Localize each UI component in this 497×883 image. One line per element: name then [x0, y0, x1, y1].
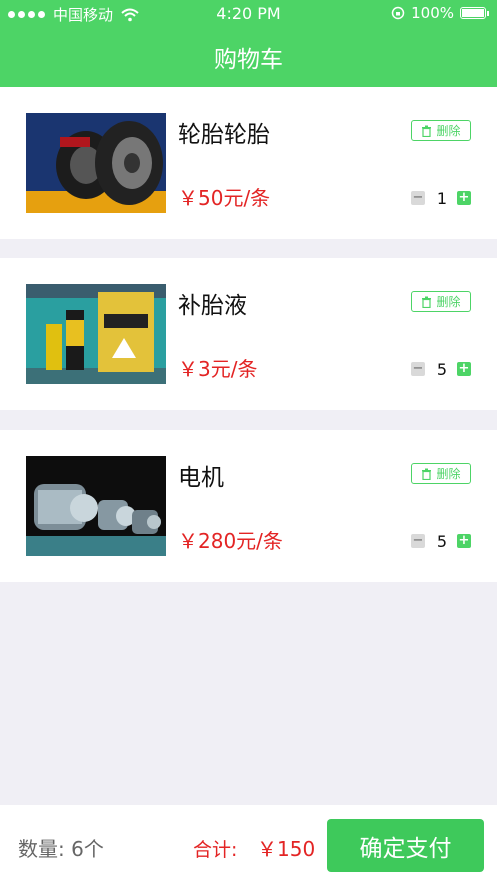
cart-item: 轮胎轮胎 ￥50元/条 删除 − 1 +: [0, 87, 497, 239]
item-name: 电机: [178, 465, 224, 491]
delete-label: 删除: [436, 295, 461, 309]
battery-icon: [460, 7, 486, 19]
increase-button[interactable]: +: [457, 362, 471, 376]
item-name: 轮胎轮胎: [178, 122, 270, 148]
status-right: 100%: [391, 4, 489, 22]
page-title: 购物车: [214, 47, 283, 73]
status-bar: 中国移动 4:20 PM 100%: [0, 0, 497, 28]
item-price: ￥50元/条: [178, 186, 271, 210]
item-price: ￥3元/条: [178, 357, 258, 381]
trash-icon: [422, 296, 432, 308]
item-name: 补胎液: [178, 293, 247, 319]
cart-item: 电机 ￥280元/条 删除 − 5 +: [0, 430, 497, 582]
delete-button[interactable]: 删除: [411, 463, 471, 484]
total-label: 合计:: [193, 839, 238, 861]
tire-sealer-image: [26, 284, 166, 384]
nav-header: 中国移动 4:20 PM 100% 购物车: [0, 0, 497, 87]
cart-item: 补胎液 ￥3元/条 删除 − 5 +: [0, 258, 497, 410]
battery-tip: [487, 10, 489, 16]
total-value: ￥150: [257, 837, 316, 861]
quantity-value: 5: [436, 532, 448, 551]
motor-image: [26, 456, 166, 556]
delete-label: 删除: [436, 124, 461, 138]
delete-button[interactable]: 删除: [411, 120, 471, 141]
delete-label: 删除: [436, 467, 461, 481]
increase-button[interactable]: +: [457, 191, 471, 205]
quantity-value: 5: [436, 360, 448, 379]
item-price: ￥280元/条: [178, 529, 283, 553]
trash-icon: [422, 125, 432, 137]
delete-button[interactable]: 删除: [411, 291, 471, 312]
trash-icon: [422, 468, 432, 480]
quantity-stepper: − 5 +: [411, 360, 471, 379]
tire-image: [26, 113, 166, 213]
checkout-bar: 数量: 6个 合计: ￥150 确定支付: [0, 805, 497, 883]
decrease-button[interactable]: −: [411, 191, 425, 205]
decrease-button[interactable]: −: [411, 362, 425, 376]
quantity-value: 1: [436, 189, 448, 208]
pay-button[interactable]: 确定支付: [327, 819, 484, 872]
item-count: 数量: 6个: [18, 837, 104, 861]
increase-button[interactable]: +: [457, 534, 471, 548]
orientation-lock-icon: [391, 6, 405, 20]
quantity-stepper: − 5 +: [411, 532, 471, 551]
quantity-stepper: − 1 +: [411, 189, 471, 208]
battery-percent: 100%: [411, 4, 454, 22]
decrease-button[interactable]: −: [411, 534, 425, 548]
